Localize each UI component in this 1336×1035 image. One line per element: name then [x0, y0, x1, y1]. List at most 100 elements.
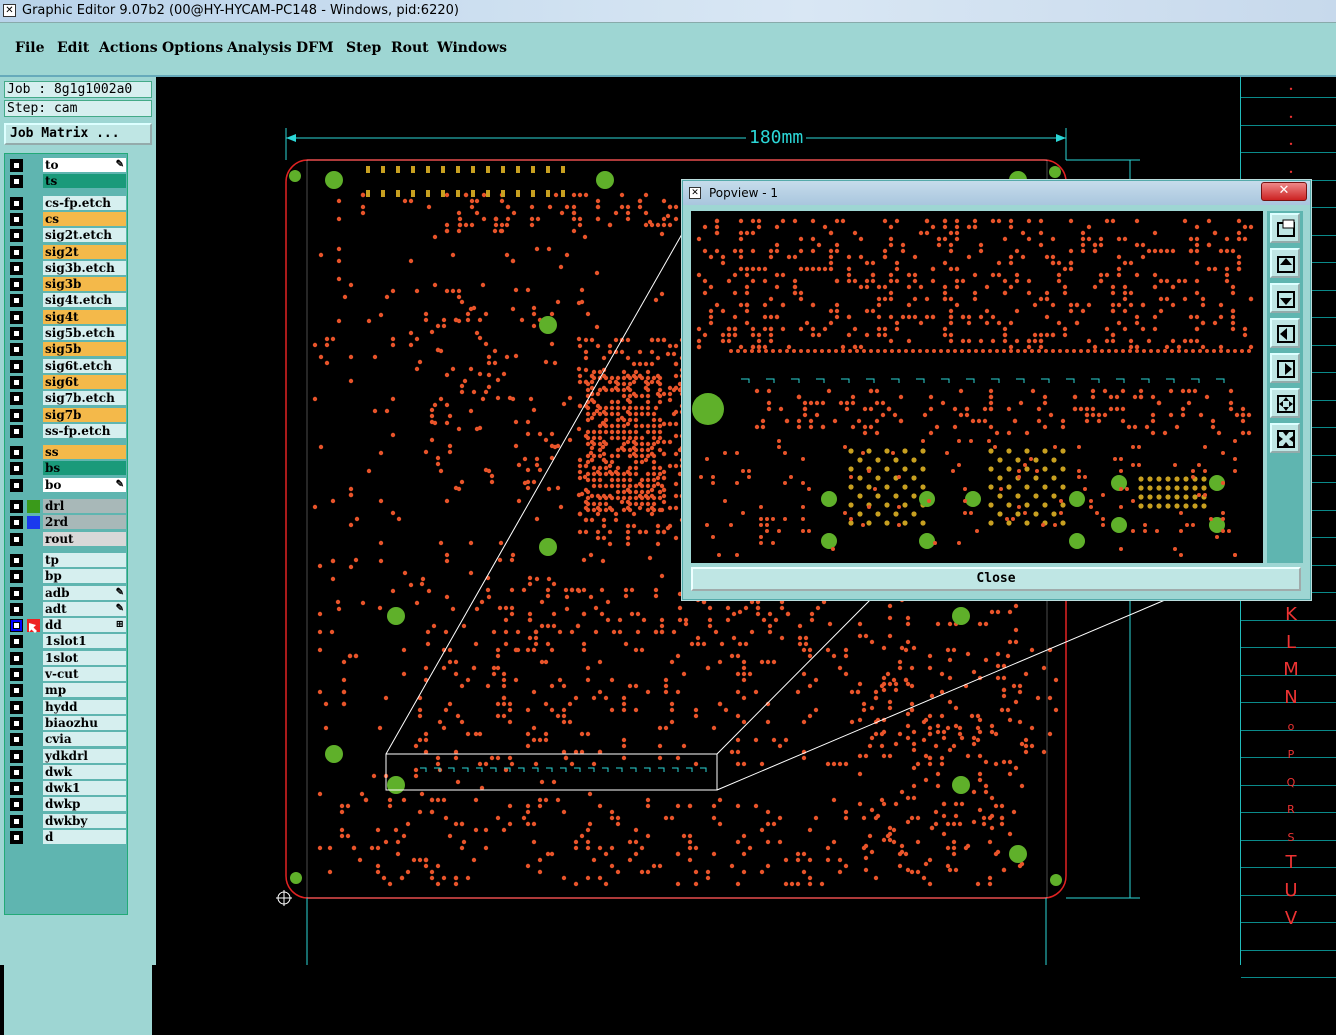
popview-close-x-button[interactable]: ✕	[1261, 182, 1307, 201]
layer-checkbox[interactable]	[10, 651, 23, 665]
layer-checkbox[interactable]	[10, 446, 23, 460]
layer-row-dwkby[interactable]: dwkby	[8, 813, 126, 829]
layer-row-drl[interactable]: drl	[8, 499, 126, 514]
layer-checkbox[interactable]	[10, 586, 23, 600]
layer-checkbox[interactable]	[10, 831, 23, 844]
menu-dfm[interactable]: DFM	[296, 40, 334, 56]
layer-row-cs[interactable]: cs	[8, 211, 126, 227]
layer-row-sig2t-etch[interactable]: sig2t.etch	[8, 228, 126, 243]
layer-row-rout[interactable]: rout	[8, 531, 126, 547]
layer-checkbox[interactable]	[10, 553, 23, 567]
layer-row-sig6t-etch[interactable]: sig6t.etch	[8, 358, 126, 374]
layer-checkbox[interactable]	[10, 700, 23, 714]
layer-row-ts[interactable]: ts	[8, 174, 126, 189]
layer-row-bp[interactable]: bp	[8, 569, 126, 584]
layer-checkbox[interactable]	[10, 749, 23, 763]
layer-row-2rd[interactable]: 2rd	[8, 515, 126, 530]
menu-file[interactable]: File	[15, 40, 44, 56]
layer-checkbox[interactable]	[10, 635, 23, 649]
layer-row-hydd[interactable]: hydd	[8, 699, 126, 715]
layer-row-d[interactable]: d	[8, 830, 126, 845]
layer-checkbox[interactable]	[10, 261, 23, 275]
layer-row-sig4t[interactable]: sig4t	[8, 309, 126, 325]
layer-checkbox[interactable]	[10, 765, 23, 779]
layer-row-sig5b-etch[interactable]: sig5b.etch	[8, 326, 126, 341]
layer-row-v-cut[interactable]: v-cut	[8, 667, 126, 682]
layer-row-cvia[interactable]: cvia	[8, 732, 126, 747]
layer-checkbox[interactable]	[10, 602, 23, 616]
layer-checkbox[interactable]	[10, 229, 23, 243]
layer-checkbox[interactable]	[10, 619, 23, 633]
popview-window-icon[interactable]	[1270, 213, 1300, 243]
layer-checkbox[interactable]	[10, 684, 23, 698]
layer-checkbox[interactable]	[10, 294, 23, 308]
layer-row-sig3b-etch[interactable]: sig3b.etch	[8, 260, 126, 276]
zoom-out-icon[interactable]	[1270, 388, 1300, 418]
layer-row-dwkp[interactable]: dwkp	[8, 797, 126, 812]
layer-checkbox[interactable]	[10, 668, 23, 681]
layer-checkbox[interactable]	[10, 570, 23, 584]
layer-row-to[interactable]: to ✎	[8, 158, 126, 173]
menu-windows[interactable]: Windows	[437, 40, 507, 56]
layer-checkbox[interactable]	[10, 212, 23, 226]
layer-checkbox[interactable]	[10, 159, 23, 172]
layer-checkbox[interactable]	[10, 196, 23, 210]
layer-row-sig6t[interactable]: sig6t	[8, 374, 126, 390]
layer-row-sig7b-etch[interactable]: sig7b.etch	[8, 391, 126, 406]
layer-checkbox[interactable]	[10, 359, 23, 373]
layer-checkbox[interactable]	[10, 462, 23, 476]
layer-row-tp[interactable]: tp	[8, 552, 126, 568]
layer-checkbox[interactable]	[10, 310, 23, 324]
layer-checkbox[interactable]	[10, 782, 23, 796]
layer-row-biaozhu[interactable]: biaozhu	[8, 715, 126, 731]
layer-checkbox[interactable]	[10, 424, 23, 438]
layer-row-adb[interactable]: adb ✎	[8, 585, 126, 601]
layer-row-1slot1[interactable]: 1slot1	[8, 634, 126, 649]
layer-checkbox[interactable]	[10, 278, 23, 292]
pan-up-icon[interactable]	[1270, 248, 1300, 278]
layer-checkbox[interactable]	[10, 500, 23, 513]
layer-row-ss-fp-etch[interactable]: ss-fp.etch	[8, 423, 126, 439]
layer-checkbox[interactable]	[10, 733, 23, 747]
layer-row-dd[interactable]: dd ⊞	[8, 618, 126, 634]
zoom-in-icon[interactable]	[1270, 423, 1300, 453]
layer-checkbox[interactable]	[10, 516, 23, 530]
layer-checkbox[interactable]	[10, 375, 23, 389]
layer-checkbox[interactable]	[10, 175, 23, 189]
layer-row-dwk[interactable]: dwk	[8, 764, 126, 780]
layer-row-ydkdrl[interactable]: ydkdrl	[8, 748, 126, 764]
layer-checkbox[interactable]	[10, 798, 23, 812]
layer-row-sig3b[interactable]: sig3b	[8, 277, 126, 292]
pan-left-icon[interactable]	[1270, 318, 1300, 348]
layer-checkbox[interactable]	[10, 392, 23, 406]
layer-checkbox[interactable]	[10, 408, 23, 422]
layer-row-cs-fp-etch[interactable]: cs-fp.etch	[8, 195, 126, 211]
layer-row-bo[interactable]: bo ✎	[8, 477, 126, 493]
layer-row-dwk1[interactable]: dwk1	[8, 781, 126, 796]
layer-checkbox[interactable]	[10, 327, 23, 340]
layer-row-sig7b[interactable]: sig7b	[8, 407, 126, 423]
menu-actions[interactable]: Actions	[99, 40, 158, 56]
menu-options[interactable]: Options	[162, 40, 223, 56]
layer-row-sig4t-etch[interactable]: sig4t.etch	[8, 293, 126, 308]
menu-rout[interactable]: Rout	[391, 40, 429, 56]
layer-checkbox[interactable]	[10, 716, 23, 730]
menu-analysis[interactable]: Analysis	[227, 40, 292, 56]
layer-row-sig5b[interactable]: sig5b	[8, 342, 126, 357]
layer-row-bs[interactable]: bs	[8, 461, 126, 476]
layer-row-1slot[interactable]: 1slot	[8, 650, 126, 666]
pan-right-icon[interactable]	[1270, 353, 1300, 383]
layer-checkbox[interactable]	[10, 532, 23, 546]
layer-row-sig2t[interactable]: sig2t	[8, 244, 126, 260]
job-matrix-button[interactable]: Job Matrix ...	[4, 123, 152, 145]
layer-checkbox[interactable]	[10, 814, 23, 828]
popview-close-button[interactable]: Close	[691, 567, 1301, 591]
menu-step[interactable]: Step	[346, 40, 381, 56]
layer-row-adt[interactable]: adt ✎	[8, 601, 126, 617]
popview-viewport[interactable]	[691, 211, 1263, 563]
menu-edit[interactable]: Edit	[57, 40, 89, 56]
layer-checkbox[interactable]	[10, 245, 23, 259]
layer-row-mp[interactable]: mp	[8, 683, 126, 698]
layer-row-ss[interactable]: ss	[8, 445, 126, 460]
layer-checkbox[interactable]	[10, 478, 23, 492]
